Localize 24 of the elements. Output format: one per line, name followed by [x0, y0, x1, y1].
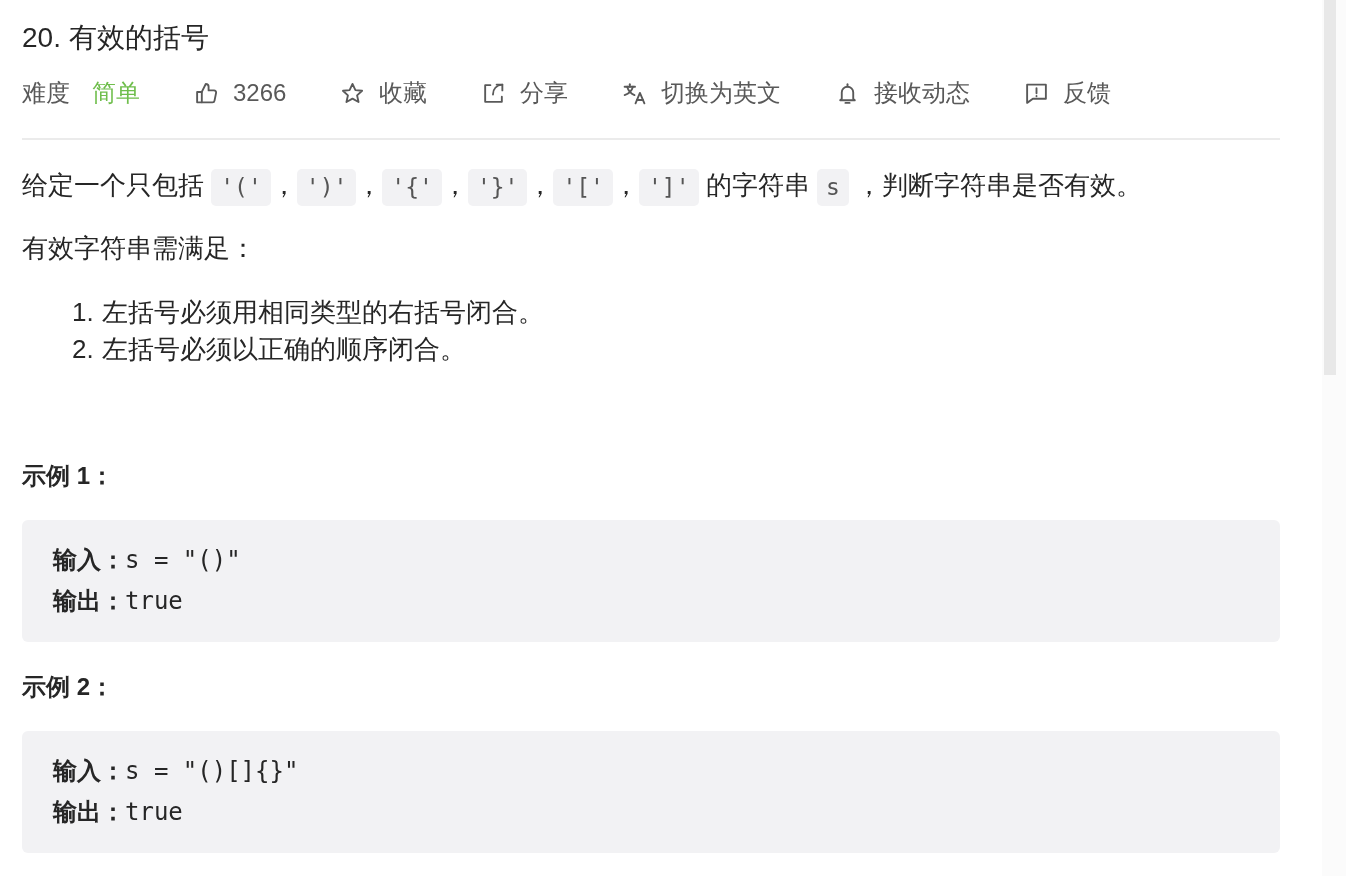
subscribe-button[interactable]: 接收动态: [835, 77, 971, 109]
list-number: 1.: [72, 295, 94, 329]
requirement-text: 有效字符串需满足：: [22, 231, 257, 265]
like-button[interactable]: 3266: [194, 79, 287, 107]
thumbs-up-icon: [194, 80, 219, 106]
share-button[interactable]: 分享: [481, 77, 569, 109]
translate-button[interactable]: 切换为英文: [622, 77, 782, 109]
problem-title: 20. 有效的括号: [22, 21, 210, 55]
rule-text: 左括号必须以正确的顺序闭合。: [101, 332, 466, 366]
feedback-button[interactable]: 反馈: [1024, 77, 1112, 109]
code-line: 输入：s = "()[]{}": [53, 755, 300, 787]
rule-text: 左括号必须用相同类型的右括号闭合。: [101, 295, 544, 329]
list-number: 2.: [72, 332, 94, 366]
description-text: 给定一个只包括 '(' ， ')' ， '{' ， '}' ， '[' ， ']' 的字符串 s ，判断字符串是否有效。: [22, 165, 1280, 206]
example-heading: 示例 2：: [22, 671, 115, 702]
translate-icon: [622, 80, 648, 106]
example-heading: 示例 1：: [22, 460, 115, 491]
difficulty-label: 难度: [22, 78, 70, 108]
favorite-button[interactable]: 收藏: [340, 77, 428, 109]
code-line: 输入：s = "()": [53, 544, 242, 576]
difficulty-value: 简单: [92, 78, 140, 108]
code-line: 输出：true: [53, 796, 184, 828]
code-line: 输出：true: [53, 585, 184, 617]
star-icon: [340, 80, 366, 106]
